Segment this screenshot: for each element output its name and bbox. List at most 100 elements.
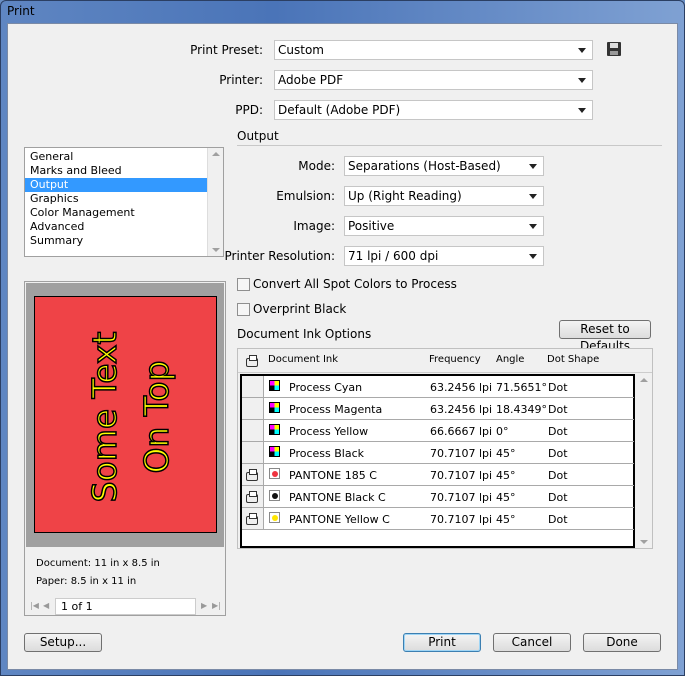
ink-name: Process Black <box>289 447 364 460</box>
preview-text-line2: On Top <box>136 360 177 475</box>
table-row[interactable]: Process Cyan 63.2456 lpi 71.5651° Dot <box>242 376 634 398</box>
first-page-icon[interactable]: |◀ <box>30 601 39 610</box>
overprint-black-checkbox[interactable] <box>237 303 250 316</box>
chevron-down-icon <box>529 224 537 229</box>
ink-dot-shape: Dot <box>548 491 568 504</box>
ink-frequency: 70.7107 lpi <box>430 513 493 526</box>
sidebar-item-output[interactable]: Output <box>25 178 208 192</box>
print-button[interactable]: Print <box>403 633 481 652</box>
image-select[interactable]: Positive <box>344 216 544 236</box>
ink-angle: 18.4349° <box>496 403 547 416</box>
print-toggle[interactable] <box>242 464 264 485</box>
ink-table-scrollbar[interactable] <box>636 374 652 548</box>
ink-dot-shape: Dot <box>548 447 568 460</box>
emulsion-value: Up (Right Reading) <box>348 189 462 203</box>
header-angle: Angle <box>496 354 525 365</box>
ink-frequency: 70.7107 lpi <box>430 447 493 460</box>
header-document-ink: Document Ink <box>268 354 339 365</box>
page-field[interactable]: 1 of 1 <box>55 598 196 615</box>
ink-dot-shape: Dot <box>548 381 568 394</box>
sidebar-item-general[interactable]: General <box>25 150 208 164</box>
process-color-icon <box>269 446 280 457</box>
cancel-button[interactable]: Cancel <box>493 633 571 652</box>
output-section-title: Output <box>237 129 279 143</box>
ppd-label: PPD: <box>235 103 263 117</box>
sidebar-item-color-management[interactable]: Color Management <box>25 206 208 220</box>
done-button[interactable]: Done <box>583 633 661 652</box>
spot-color-icon <box>269 490 280 501</box>
window-title: Print <box>7 4 35 18</box>
ink-angle: 45° <box>496 513 516 526</box>
ink-angle: 71.5651° <box>496 381 547 394</box>
emulsion-label: Emulsion: <box>276 189 335 203</box>
preview-area: Some Text On Top <box>26 283 224 547</box>
printer-resolution-select[interactable]: 71 lpi / 600 dpi <box>344 246 544 266</box>
emulsion-select[interactable]: Up (Right Reading) <box>344 186 544 206</box>
next-page-icon[interactable]: ▶ <box>201 601 207 610</box>
ink-angle: 0° <box>496 425 509 438</box>
print-toggle[interactable] <box>242 420 264 441</box>
scroll-up-icon[interactable] <box>212 152 220 156</box>
ink-dot-shape: Dot <box>548 469 568 482</box>
printer-icon <box>246 355 258 367</box>
ink-name: Process Magenta <box>289 403 383 416</box>
ink-name: PANTONE Black C <box>289 491 386 504</box>
ink-frequency: 63.2456 lpi <box>430 381 493 394</box>
mode-label: Mode: <box>298 159 335 173</box>
image-label: Image: <box>293 219 335 233</box>
table-row[interactable]: Process Yellow 66.6667 lpi 0° Dot <box>242 420 634 442</box>
printer-resolution-label: Printer Resolution: <box>224 249 335 263</box>
sidebar-item-summary[interactable]: Summary <box>25 234 208 248</box>
header-frequency: Frequency <box>429 354 481 365</box>
ink-table-body[interactable]: Process Cyan 63.2456 lpi 71.5651° Dot Pr… <box>240 374 635 548</box>
ink-angle: 45° <box>496 469 516 482</box>
mode-select[interactable]: Separations (Host-Based) <box>344 156 544 176</box>
ink-name: Process Cyan <box>289 381 363 394</box>
print-toggle[interactable] <box>242 442 264 463</box>
sidebar-item-advanced[interactable]: Advanced <box>25 220 208 234</box>
preview-panel: Some Text On Top Document: 11 in x 8.5 i… <box>24 281 226 616</box>
setup-button[interactable]: Setup... <box>24 633 102 652</box>
printer-icon <box>246 491 258 503</box>
print-toggle[interactable] <box>242 398 264 419</box>
table-row[interactable]: PANTONE Black C 70.7107 lpi 45° Dot <box>242 486 634 508</box>
spot-color-icon <box>269 512 280 523</box>
ink-frequency: 70.7107 lpi <box>430 469 493 482</box>
printer-icon <box>246 469 258 481</box>
ink-angle: 45° <box>496 491 516 504</box>
reset-to-defaults-button[interactable]: Reset to Defaults <box>559 320 651 353</box>
ink-frequency: 63.2456 lpi <box>430 403 493 416</box>
table-row[interactable]: Process Magenta 63.2456 lpi 18.4349° Dot <box>242 398 634 420</box>
overprint-black-label[interactable]: Overprint Black <box>253 302 346 316</box>
table-row[interactable]: PANTONE Yellow C 70.7107 lpi 45° Dot <box>242 508 634 530</box>
table-row[interactable]: Process Black 70.7107 lpi 45° Dot <box>242 442 634 464</box>
table-row[interactable]: PANTONE 185 C 70.7107 lpi 45° Dot <box>242 464 634 486</box>
header-dot-shape: Dot Shape <box>547 354 600 365</box>
floppy-disk-icon[interactable] <box>607 42 621 56</box>
scroll-down-icon[interactable] <box>640 540 648 544</box>
last-page-icon[interactable]: ▶| <box>212 601 221 610</box>
ink-frequency: 66.6667 lpi <box>430 425 493 438</box>
sidebar-item-marks-and-bleed[interactable]: Marks and Bleed <box>25 164 208 178</box>
print-toggle[interactable] <box>242 486 264 507</box>
process-color-icon <box>269 424 280 435</box>
process-color-icon <box>269 380 280 391</box>
preview-text-line1: Some Text <box>84 331 125 503</box>
category-list[interactable]: General Marks and Bleed Output Graphics … <box>24 147 224 257</box>
convert-spot-label[interactable]: Convert All Spot Colors to Process <box>253 277 457 291</box>
sidebar-item-graphics[interactable]: Graphics <box>25 192 208 206</box>
ppd-select[interactable]: Default (Adobe PDF) <box>274 100 593 120</box>
ink-options-title: Document Ink Options <box>237 327 372 341</box>
prev-page-icon[interactable]: ◀ <box>43 601 49 610</box>
print-preset-value: Custom <box>278 43 324 57</box>
scroll-up-icon[interactable] <box>640 378 648 382</box>
print-toggle[interactable] <box>242 508 264 529</box>
print-toggle[interactable] <box>242 376 264 397</box>
print-preset-select[interactable]: Custom <box>274 40 593 60</box>
chevron-down-icon <box>529 164 537 169</box>
section-divider <box>237 145 662 146</box>
printer-icon <box>246 513 258 525</box>
printer-select[interactable]: Adobe PDF <box>274 70 593 90</box>
convert-spot-checkbox[interactable] <box>237 278 250 291</box>
preview-page: Some Text On Top <box>34 296 217 533</box>
